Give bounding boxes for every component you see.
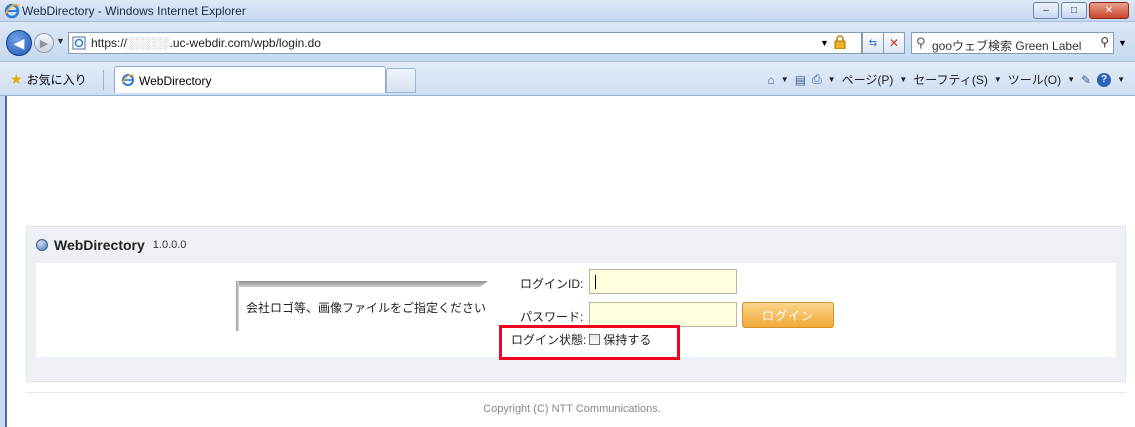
url-text: https://░░░░░.uc-webdir.com/wpb/login.do (91, 36, 321, 50)
safety-menu[interactable]: セーフティ(S) (913, 71, 988, 88)
lock-icon[interactable] (834, 35, 846, 49)
address-row: ◀ ▶ ▼ https://░░░░░.uc-webdir.com/wpb/lo… (0, 22, 1135, 62)
home-icon[interactable]: ⌂ (768, 73, 775, 87)
login-button[interactable]: ログイン (742, 302, 834, 328)
bullet-icon (36, 239, 48, 251)
window-title: WebDirectory - Windows Internet Explorer (22, 4, 246, 18)
back-button[interactable]: ◀ (6, 30, 32, 56)
login-id-label: ログインID: (520, 277, 584, 291)
page-icon (72, 36, 86, 50)
copyright-text: Copyright (C) NTT Communications. (483, 403, 661, 415)
help-dropdown-icon[interactable]: ▼ (1117, 75, 1125, 84)
page-menu-dropdown-icon[interactable]: ▼ (899, 75, 907, 84)
favorites-button[interactable]: ★ お気に入り (10, 71, 87, 88)
search-dropdown-icon[interactable]: ▼ (1118, 38, 1127, 48)
panel-header: WebDirectory 1.0.0.0 (36, 237, 186, 253)
forward-arrow-icon: ▶ (39, 37, 49, 50)
page-content: WebDirectory 1.0.0.0 会社ロゴ等、画像ファイルをご指定くださ… (5, 96, 1135, 427)
highlight-box (499, 325, 680, 360)
app-version: 1.0.0.0 (152, 239, 187, 251)
logo-frame-top (236, 281, 488, 287)
divider (26, 392, 1126, 393)
maximize-button[interactable]: □ (1061, 2, 1087, 19)
help-icon[interactable]: ? (1097, 72, 1112, 87)
forward-button[interactable]: ▶ (34, 33, 54, 53)
title-bar: WebDirectory - Windows Internet Explorer… (0, 0, 1135, 22)
stop-icon[interactable]: ✕ (883, 32, 905, 54)
favorites-label: お気に入り (26, 73, 87, 87)
search-provider-icon: ⚲ (916, 35, 926, 50)
logo-frame-left (236, 281, 239, 331)
home-dropdown-icon[interactable]: ▼ (781, 75, 789, 84)
ie-logo-icon (4, 3, 20, 19)
logo-placeholder: 会社ロゴ等、画像ファイルをご指定ください (236, 281, 488, 331)
favorites-bar: ★ お気に入り WebDirectory ⌂ ▼ ▤ ⎙ ▼ ページ(P) ▼ セーフ… (0, 62, 1135, 96)
back-arrow-icon: ◀ (13, 34, 25, 51)
search-placeholder: gooウェブ検索 Green Label (932, 39, 1082, 53)
print-icon[interactable]: ⎙ (812, 72, 822, 87)
new-tab-button[interactable] (386, 68, 416, 93)
history-dropdown-icon[interactable]: ▼ (56, 36, 65, 46)
tools-menu-dropdown-icon[interactable]: ▼ (1067, 75, 1075, 84)
password-field[interactable] (589, 302, 737, 327)
page-menu[interactable]: ページ(P) (842, 71, 894, 88)
tab-webdirectory[interactable]: WebDirectory (114, 66, 386, 93)
command-bar: ⌂ ▼ ▤ ⎙ ▼ ページ(P) ▼ セーフティ(S) ▼ ツール(O) ▼ ✎ ? ▼ (768, 71, 1125, 88)
compat-view-icon[interactable]: ⇆ (862, 32, 884, 54)
logo-placeholder-text: 会社ロゴ等、画像ファイルをご指定ください (246, 301, 487, 315)
research-icon[interactable]: ✎ (1081, 73, 1091, 87)
search-input[interactable]: ⚲ gooウェブ検索 Green Label ⚲ (911, 32, 1114, 54)
address-bar[interactable]: https://░░░░░.uc-webdir.com/wpb/login.do (68, 32, 862, 54)
login-id-field[interactable] (589, 269, 737, 294)
search-icon[interactable]: ⚲ (1100, 35, 1109, 49)
tab-label: WebDirectory (139, 74, 212, 88)
safety-menu-dropdown-icon[interactable]: ▼ (994, 75, 1002, 84)
feeds-icon[interactable]: ▤ (795, 73, 806, 87)
star-icon: ★ (10, 71, 23, 87)
ie-tab-icon (121, 74, 135, 86)
app-title: WebDirectory (54, 237, 145, 253)
close-button[interactable]: ✕ (1089, 2, 1129, 19)
minimize-button[interactable]: – (1033, 2, 1059, 19)
password-label: パスワード: (520, 310, 584, 324)
text-caret (595, 275, 596, 289)
divider (103, 70, 104, 90)
address-dropdown-icon[interactable]: ▼ (820, 38, 829, 48)
print-dropdown-icon[interactable]: ▼ (828, 75, 836, 84)
tools-menu[interactable]: ツール(O) (1008, 71, 1061, 88)
